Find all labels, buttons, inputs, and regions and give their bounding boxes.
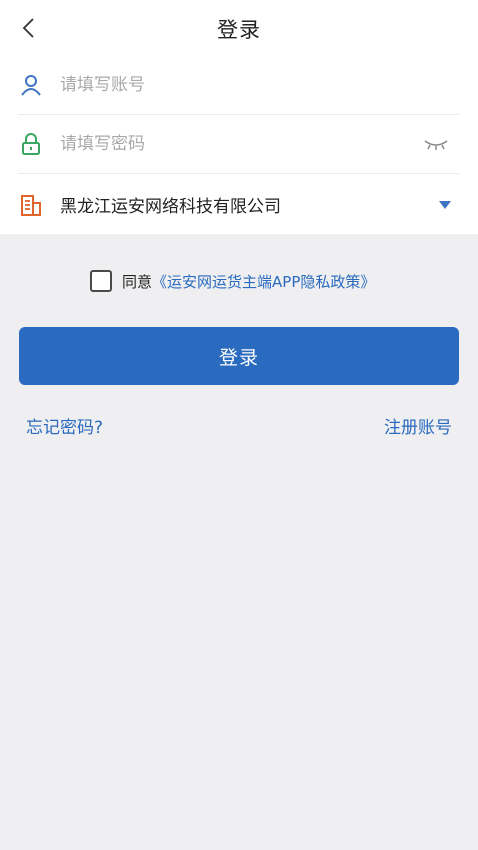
agreement-label: 同意 — [122, 272, 153, 291]
forgot-password-link[interactable]: 忘记密码? — [26, 413, 103, 438]
page-title: 登录 — [217, 18, 261, 42]
privacy-policy-link[interactable]: 《运安网运货主端APP隐私政策》 — [152, 271, 375, 292]
password-input[interactable] — [60, 134, 420, 154]
register-link[interactable]: 注册账号 — [384, 413, 452, 438]
user-icon — [18, 72, 44, 98]
agreement-row: 同意 《运安网运货主端APP隐私政策》 — [90, 269, 375, 293]
account-input[interactable] — [60, 75, 460, 95]
password-row — [18, 115, 460, 174]
building-icon — [18, 192, 44, 218]
account-row — [18, 56, 460, 115]
lock-icon — [18, 131, 44, 157]
login-button[interactable]: 登录 — [19, 327, 459, 385]
nav-bar: 登录 — [0, 0, 478, 56]
triangle-down-icon[interactable] — [434, 194, 456, 216]
eye-closed-icon[interactable] — [420, 133, 452, 155]
company-select[interactable]: 黑龙江运安网络科技有限公司 — [18, 175, 460, 234]
company-value: 黑龙江运安网络科技有限公司 — [60, 197, 281, 217]
agreement-checkbox[interactable] — [90, 270, 112, 292]
login-form: 黑龙江运安网络科技有限公司 — [0, 56, 478, 234]
